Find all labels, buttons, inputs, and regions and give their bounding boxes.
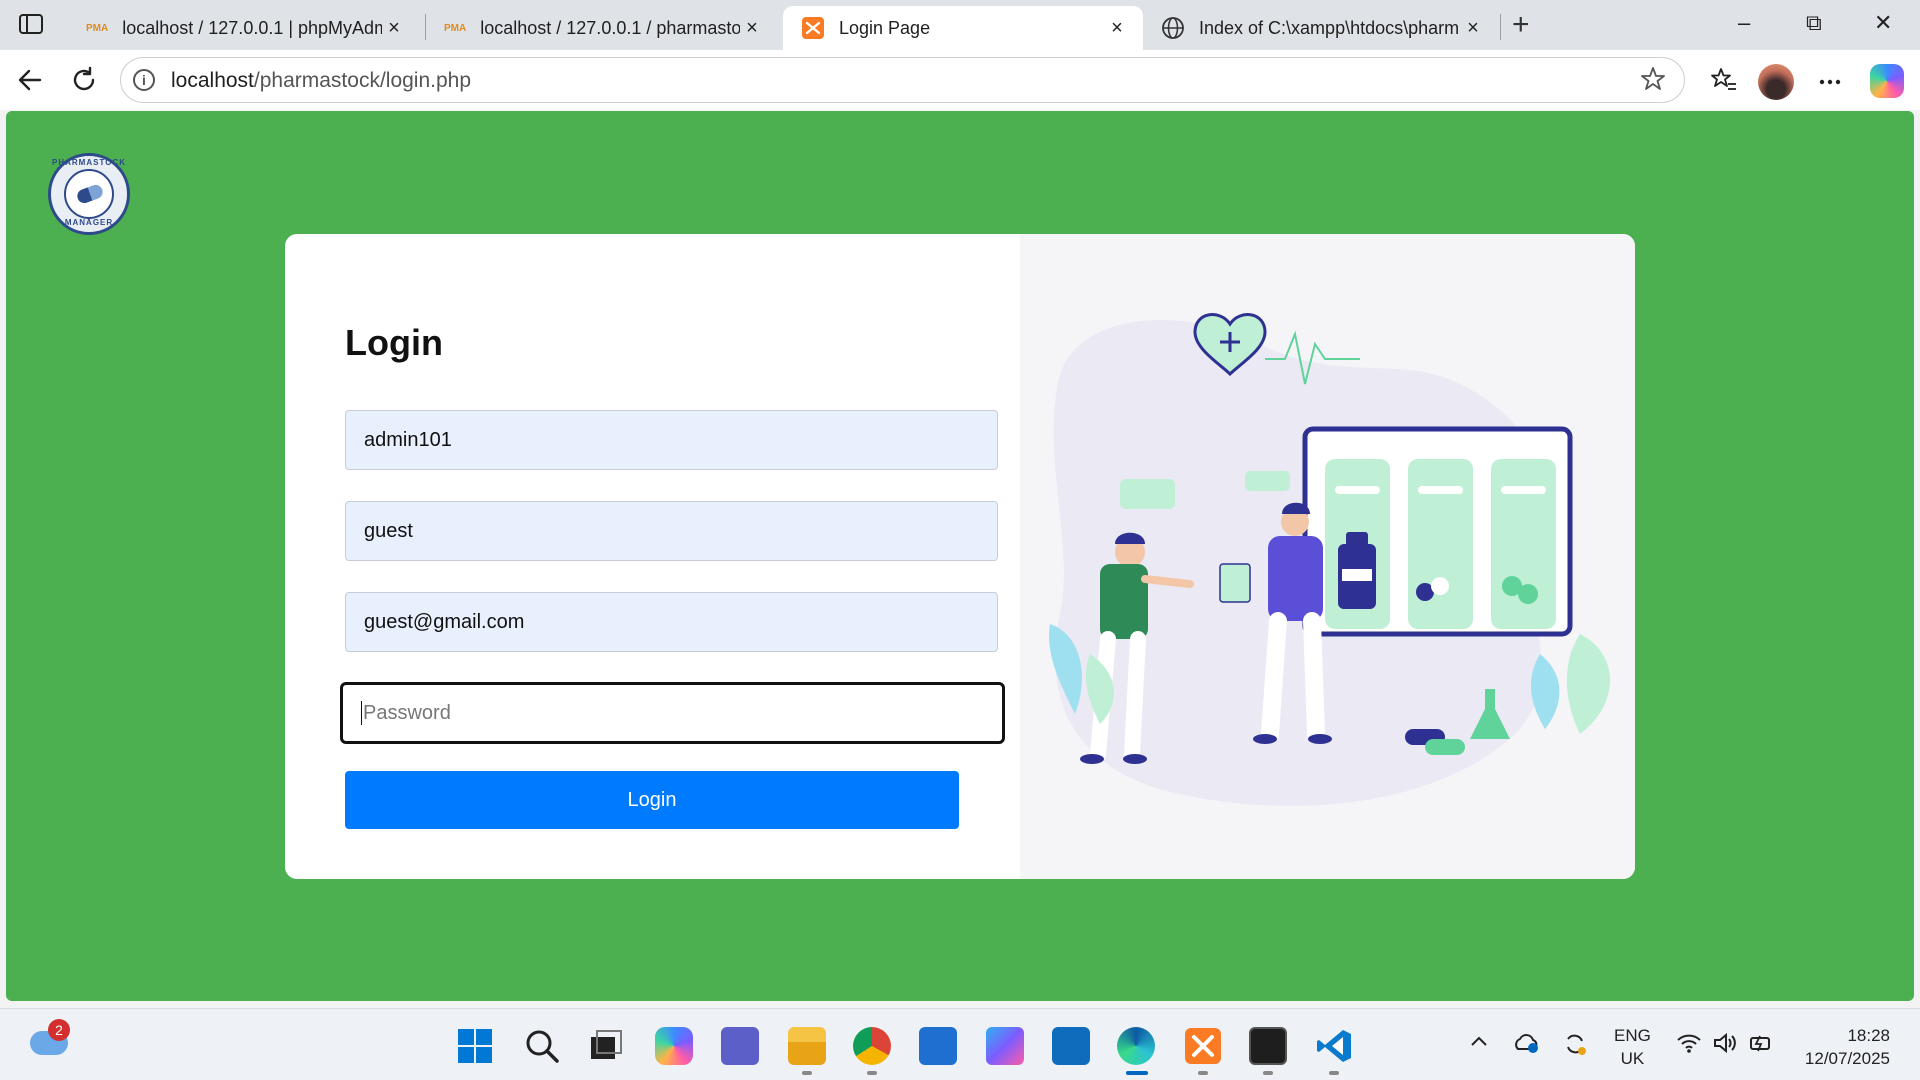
language-indicator[interactable]: ENG UK <box>1614 1024 1651 1070</box>
login-card: Login admin101 guest guest@gmail.com Pas… <box>285 234 1635 879</box>
tab-title: localhost / 127.0.0.1 / pharmastoc <box>480 17 740 38</box>
teams-icon[interactable] <box>721 1027 759 1065</box>
copilot-icon[interactable] <box>1870 64 1904 98</box>
profile-avatar[interactable] <box>1758 64 1794 100</box>
outlook-icon[interactable] <box>1052 1027 1090 1065</box>
name-field[interactable]: guest <box>345 501 998 561</box>
onedrive-icon[interactable] <box>1512 1031 1540 1055</box>
refresh-icon[interactable] <box>70 66 98 94</box>
logo-top-text: PHARMASTOCK <box>52 158 126 167</box>
tab-close-icon[interactable]: × <box>1461 17 1485 40</box>
logo-bottom-text: MANAGER <box>64 218 114 227</box>
tab-phpmyadmin-1[interactable]: PMA localhost / 127.0.0.1 | phpMyAdm × <box>68 6 420 50</box>
login-form: Login admin101 guest guest@gmail.com Pas… <box>285 234 1020 879</box>
phpmyadmin-icon: PMA <box>444 22 467 34</box>
edge-icon[interactable] <box>1117 1027 1155 1065</box>
chrome-icon[interactable] <box>853 1027 891 1065</box>
tab-phpmyadmin-2[interactable]: PMA localhost / 127.0.0.1 / pharmastoc × <box>426 6 778 50</box>
running-indicator <box>1198 1071 1208 1075</box>
copilot-app-icon[interactable] <box>655 1027 693 1065</box>
favorite-star-icon[interactable] <box>1640 66 1666 92</box>
password-placeholder: Password <box>363 701 451 724</box>
tab-separator <box>1500 14 1501 40</box>
region-code: UK <box>1620 1049 1645 1068</box>
text-caret <box>361 701 362 725</box>
running-indicator <box>802 1071 812 1075</box>
tab-title: Login Page <box>839 17 931 38</box>
browser-toolbar: i localhost/pharmastock/login.php <box>0 50 1920 110</box>
password-field[interactable]: Password <box>340 682 1005 744</box>
site-info-icon[interactable]: i <box>133 69 155 91</box>
running-indicator <box>867 1071 877 1075</box>
url-path: /pharmastock/login.php <box>253 69 472 92</box>
sync-icon[interactable] <box>1562 1031 1588 1057</box>
active-app-indicator <box>1126 1071 1148 1075</box>
capsule-icon <box>75 182 105 206</box>
username-field[interactable]: admin101 <box>345 410 998 470</box>
xampp-app-icon[interactable] <box>1184 1027 1222 1065</box>
url-host: localhost <box>171 69 254 92</box>
vscode-icon[interactable] <box>1315 1027 1353 1065</box>
running-indicator <box>1263 1071 1273 1075</box>
file-explorer-icon[interactable] <box>788 1027 826 1065</box>
pharmastock-logo[interactable]: PHARMASTOCK MANAGER <box>48 153 130 235</box>
running-indicator <box>1329 1071 1339 1075</box>
microsoft-store-icon[interactable] <box>919 1027 957 1065</box>
restore-button[interactable]: ⧉ <box>1806 10 1822 36</box>
url-text[interactable]: localhost/pharmastock/login.php <box>171 69 471 93</box>
language-code: ENG <box>1614 1026 1651 1045</box>
volume-icon[interactable] <box>1712 1031 1738 1055</box>
chevron-up-icon[interactable] <box>1468 1031 1490 1053</box>
login-title: Login <box>345 322 443 363</box>
terminal-icon[interactable] <box>1249 1027 1287 1065</box>
weather-badge: 2 <box>48 1019 70 1041</box>
clock-time: 18:28 <box>1847 1026 1890 1045</box>
tab-title: Index of C:\xampp\htdocs\pharm <box>1199 17 1460 38</box>
pharmacists-illustration <box>1049 313 1610 806</box>
task-view-icon[interactable] <box>587 1027 625 1065</box>
phpmyadmin-icon: PMA <box>86 22 109 34</box>
tab-close-icon[interactable]: × <box>382 17 406 40</box>
favorites-icon[interactable] <box>1710 66 1738 94</box>
windows-start-icon[interactable] <box>456 1027 494 1065</box>
address-bar[interactable]: i localhost/pharmastock/login.php <box>120 57 1685 103</box>
logo-emblem <box>64 169 114 219</box>
xampp-icon <box>802 17 824 39</box>
login-button[interactable]: Login <box>345 771 959 829</box>
page-background: PHARMASTOCK MANAGER Login admin101 guest… <box>6 111 1914 1001</box>
browser-tab-bar: PMA localhost / 127.0.0.1 | phpMyAdm × P… <box>0 0 1920 50</box>
tab-login-page[interactable]: Login Page × <box>783 6 1143 50</box>
search-icon[interactable] <box>523 1027 561 1065</box>
pharmacy-illustration <box>1020 234 1635 879</box>
wifi-icon[interactable] <box>1676 1031 1702 1055</box>
minimize-button[interactable]: – <box>1738 10 1750 36</box>
system-clock[interactable]: 18:28 12/07/2025 <box>1796 1024 1890 1070</box>
close-window-button[interactable]: ✕ <box>1874 10 1892 36</box>
windows-taskbar: 2 ENG UK 18:28 12/07/2025 <box>0 1008 1920 1080</box>
back-arrow-icon[interactable] <box>16 66 44 94</box>
battery-charging-icon[interactable] <box>1748 1031 1774 1055</box>
email-field[interactable]: guest@gmail.com <box>345 592 998 652</box>
new-tab-button[interactable]: + <box>1512 8 1530 42</box>
tab-close-icon[interactable]: × <box>1105 17 1129 40</box>
globe-icon <box>1162 17 1184 39</box>
m365-icon[interactable] <box>986 1027 1024 1065</box>
clock-date: 12/07/2025 <box>1804 1049 1890 1068</box>
tab-title: localhost / 127.0.0.1 | phpMyAdm <box>122 17 382 38</box>
sidebar-toggle-icon[interactable] <box>18 12 44 36</box>
tab-close-icon[interactable]: × <box>740 17 764 40</box>
more-options-icon[interactable] <box>1816 68 1844 96</box>
tab-directory-index[interactable]: Index of C:\xampp\htdocs\pharm × <box>1143 6 1499 50</box>
